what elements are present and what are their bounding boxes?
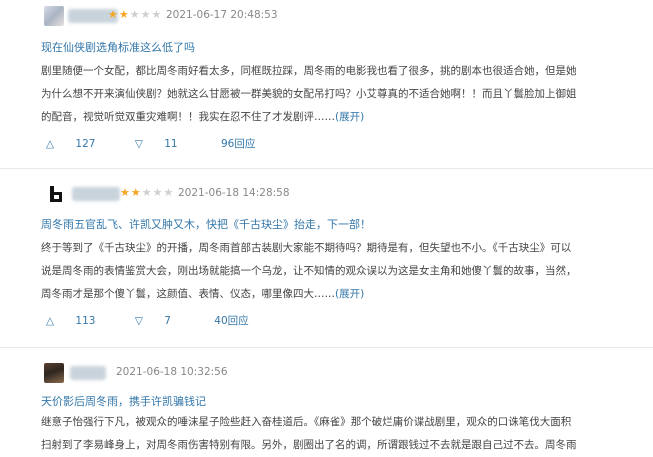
- divider: [0, 168, 653, 169]
- star-icon: ★: [141, 186, 153, 199]
- avatar[interactable]: [46, 184, 66, 204]
- username-blurred[interactable]: [70, 366, 106, 380]
- star-icon: ★: [152, 186, 164, 199]
- upvote-button[interactable]: △ 127: [46, 138, 113, 150]
- review-header: ★★★★★ 2021-06-17 20:48:53: [0, 6, 653, 30]
- review-title[interactable]: 天价影后周冬雨，携手许凯骗钱记: [41, 393, 206, 409]
- downvote-button[interactable]: ▽ 11: [135, 138, 196, 150]
- review-date: 2021-06-17 20:48:53: [166, 9, 278, 21]
- star-icon: ★: [108, 8, 119, 21]
- vote-bar: △ 127 ▽ 11 96回应: [46, 136, 273, 151]
- upvote-icon: △: [46, 315, 55, 327]
- review-title[interactable]: 现在仙侠剧选角标准这么低了吗: [41, 39, 195, 55]
- review-header: ★★★★★ 2021-06-18 14:28:58: [0, 184, 653, 208]
- star-icon: ★: [129, 8, 141, 21]
- review-body: 继意子怡强行下凡，被观众的唾沫星子险些赶入奋桂道后。《麻雀》那个破烂庸价谍战剧里…: [41, 411, 621, 457]
- review-body: 终于等到了《千古玦尘》的开播，周冬雨首部古装剧大家能不期待吗？期待是有，但失望也…: [41, 237, 621, 306]
- avatar[interactable]: [44, 6, 64, 26]
- rating-stars: ★★★★★: [108, 8, 162, 21]
- divider: [0, 347, 653, 348]
- downvote-icon: ▽: [134, 138, 143, 150]
- downvote-icon: ▽: [134, 315, 143, 327]
- upvote-icon: △: [46, 138, 55, 150]
- avatar[interactable]: [44, 363, 64, 383]
- review-body-line: 继意子怡强行下凡，被观众的唾沫星子险些赶入奋桂道后。《麻雀》那个破烂庸价谍战剧里…: [41, 416, 572, 428]
- star-icon: ★: [140, 8, 152, 21]
- star-icon: ★: [130, 186, 142, 199]
- expand-link[interactable]: (展开): [335, 288, 364, 300]
- star-icon: ★: [151, 8, 163, 21]
- review-header: 2021-06-18 10:32:56: [0, 363, 653, 387]
- replies-link[interactable]: 40回应: [214, 315, 248, 327]
- replies-link[interactable]: 96回应: [221, 138, 255, 150]
- review-body-line: 为什么想不开来演仙侠剧？她就这么甘愿被一群美貌的女配吊打吗？小艾尊真的不适合她啊…: [41, 88, 577, 100]
- upvote-button[interactable]: △ 113: [46, 315, 113, 327]
- review-body: 剧里随便一个女配，都比周冬雨好看太多，同框既拉踩，周冬雨的电影我也看了很多，挑的…: [41, 60, 621, 129]
- star-icon: ★: [118, 8, 130, 21]
- review-date: 2021-06-18 10:32:56: [116, 366, 228, 378]
- review-body-line: 说是周冬雨的表情鉴赏大会，刚出场就能搞一个乌龙，让不知情的观众误以为这是女主角和…: [41, 265, 577, 277]
- star-icon: ★: [120, 186, 131, 199]
- expand-link[interactable]: (展开): [335, 111, 364, 123]
- review-title[interactable]: 周冬雨五官乱飞、许凯又肿又木，快把《千古玦尘》抬走，下一部！: [41, 216, 371, 232]
- b-logo-icon: [50, 186, 62, 202]
- rating-stars: ★★★★★: [120, 186, 174, 199]
- username-blurred[interactable]: [72, 187, 120, 201]
- review-date: 2021-06-18 14:28:58: [178, 187, 290, 199]
- review-body-line: 的配音，视觉听觉双重灾难啊！！我实在忍不住了才发剧评……(展开): [41, 111, 365, 123]
- vote-bar: △ 113 ▽ 7 40回应: [46, 313, 267, 328]
- downvote-button[interactable]: ▽ 7: [135, 315, 189, 327]
- review-body-line: 扫射到了李易峰身上，对周冬雨伤害特别有限。另外，剧圈出了名的调，所谓跟钱过不去就…: [41, 439, 577, 451]
- review-body-line: 终于等到了《千古玦尘》的开播，周冬雨首部古装剧大家能不期待吗？期待是有，但失望也…: [41, 242, 572, 254]
- star-icon: ★: [163, 186, 175, 199]
- review-body-line: 剧里随便一个女配，都比周冬雨好看太多，同框既拉踩，周冬雨的电影我也看了很多，挑的…: [41, 65, 577, 77]
- review-body-line: 周冬雨才是那个傻丫鬟，这颜值、表情、仪态，哪里像四大……(展开): [41, 288, 365, 300]
